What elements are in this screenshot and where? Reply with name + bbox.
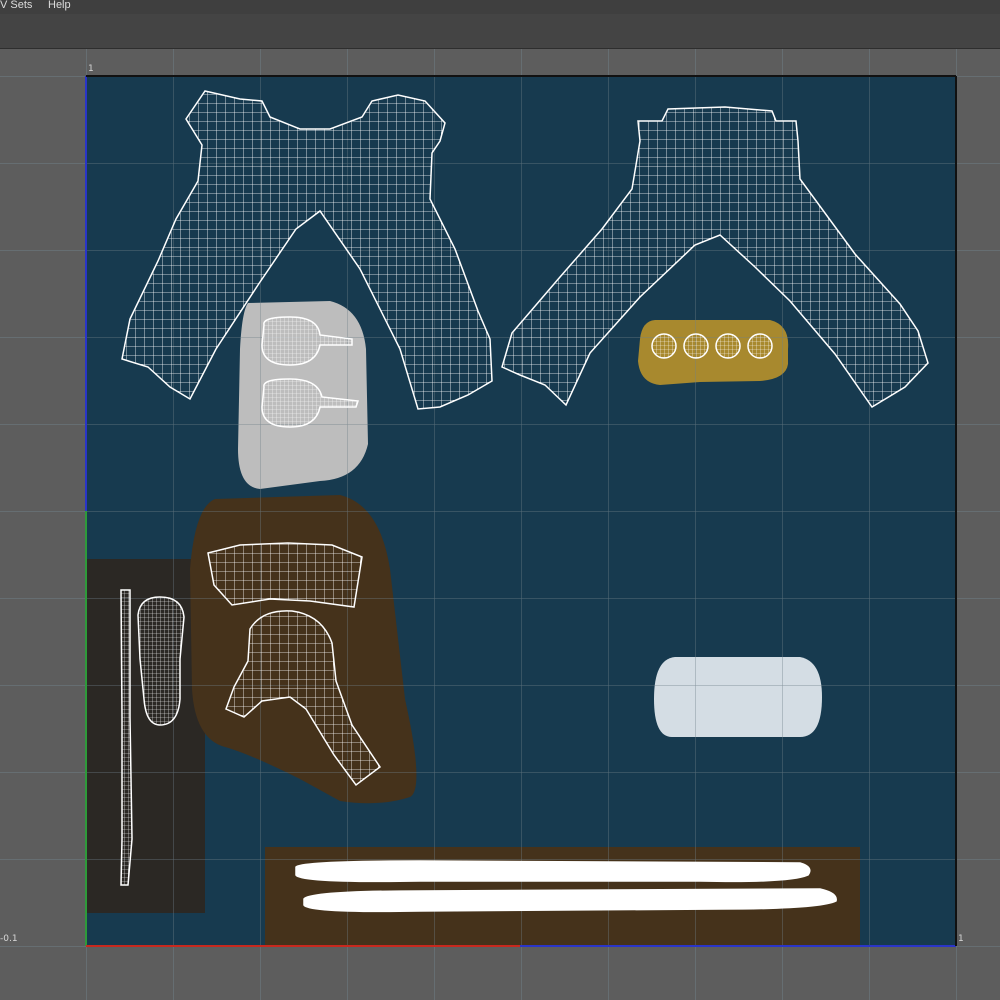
button-shell-2 (683, 333, 709, 359)
menu-uv-sets[interactable]: V Sets (0, 0, 32, 11)
button-shell-1 (651, 333, 677, 359)
menu-help[interactable]: Help (48, 0, 71, 11)
belt-loop-shell (120, 589, 133, 886)
uv-label-bottom-left: -0.1 (0, 934, 18, 944)
waistband-shell-2 (303, 888, 837, 913)
uv-label-top-left: 1 (88, 64, 94, 74)
uv-editor-viewport[interactable]: 1 -0.1 1 (0, 49, 1000, 1000)
button-shell-3 (715, 333, 741, 359)
menu-bar: V Sets Help (0, 0, 1000, 14)
toolbar (0, 14, 1000, 49)
boot-cuff-shell (207, 542, 363, 608)
uv-label-bottom-right: 1 (958, 934, 964, 944)
sole-shell (137, 596, 185, 726)
waistband-shell-1 (295, 860, 811, 883)
button-shell-4 (747, 333, 773, 359)
